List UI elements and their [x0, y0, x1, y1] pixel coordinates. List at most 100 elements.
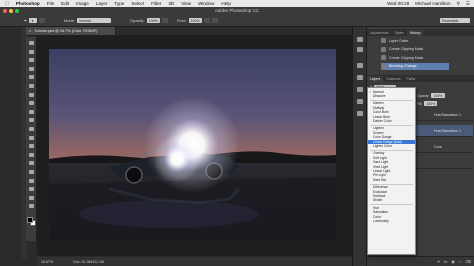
- brush-panel-toggle[interactable]: [39, 18, 46, 23]
- pen-tool-icon[interactable]: [29, 161, 34, 166]
- tab-adjustments[interactable]: Adjustments: [367, 30, 392, 36]
- menu-item-file[interactable]: File: [47, 1, 54, 6]
- document-tab[interactable]: × Tutorial.psd @ 16.7% (Core, RGB/8*): [26, 27, 116, 35]
- menu-item-view[interactable]: View: [181, 1, 191, 6]
- history-state-icon: [381, 38, 386, 43]
- fx-icon[interactable]: fx: [444, 259, 447, 264]
- menu-item-3d[interactable]: 3D: [168, 1, 174, 6]
- blend-mode-option[interactable]: Darker Color: [368, 119, 415, 123]
- menu-item-layer[interactable]: Layer: [96, 1, 108, 6]
- doc-size[interactable]: Doc: 51.3M/111.1M: [73, 260, 104, 264]
- blend-mode-option[interactable]: Luminosity: [368, 219, 415, 223]
- blur-tool-icon[interactable]: [29, 144, 34, 149]
- zoom-tool-icon[interactable]: [29, 204, 34, 209]
- tab-channels[interactable]: Channels: [383, 76, 403, 82]
- tab-paths[interactable]: Paths: [404, 76, 419, 82]
- menu-items: Photoshop File Edit Image Layer Type Select Fil…: [9, 1, 231, 6]
- close-tab-icon[interactable]: ×: [29, 29, 31, 33]
- panel-shortcut-icon[interactable]: [357, 111, 363, 116]
- blend-mode-label: Saturation: [373, 210, 389, 215]
- type-tool-icon[interactable]: [29, 170, 34, 174]
- dodge-tool-icon[interactable]: [29, 152, 34, 157]
- panel-shortcut-icon[interactable]: [357, 47, 363, 52]
- brush-size-field[interactable]: ●: [29, 18, 38, 23]
- brush-tool-icon[interactable]: [29, 101, 34, 106]
- app-title: Adobe Photoshop CC: [214, 8, 260, 13]
- layer-fill-row: Fill: 100%: [417, 100, 473, 107]
- lasso-tool-icon[interactable]: [29, 58, 34, 63]
- mode-label: Mode:: [64, 18, 76, 23]
- blend-mode-option[interactable]: Divide: [368, 199, 415, 203]
- panel-shortcut-icon[interactable]: [357, 37, 363, 42]
- blend-mode-option[interactable]: Hard Mix: [368, 178, 415, 182]
- blend-mode-label: Difference: [373, 185, 388, 190]
- workspace-select[interactable]: Essentials: [440, 18, 470, 23]
- menu-item-photoshop[interactable]: Photoshop: [16, 1, 40, 6]
- shape-tool-icon[interactable]: [29, 187, 34, 192]
- hand-tool-icon[interactable]: [29, 195, 34, 200]
- checkmark-icon: ✓: [369, 89, 372, 94]
- airbrush-toggle[interactable]: [203, 18, 210, 23]
- panel-shortcut-icon[interactable]: [357, 63, 363, 68]
- document-canvas[interactable]: [49, 49, 336, 240]
- user-name[interactable]: Michael Hamilton: [415, 1, 450, 6]
- panel-shortcut-icon[interactable]: [357, 75, 363, 80]
- document-title: Tutorial.psd @ 16.7% (Core, RGB/8*): [34, 29, 98, 33]
- crop-tool-icon[interactable]: [29, 75, 34, 80]
- menu-item-edit[interactable]: Edit: [61, 1, 69, 6]
- quick-select-tool-icon[interactable]: [29, 66, 34, 71]
- tab-layers[interactable]: Layers: [367, 76, 384, 82]
- path-select-tool-icon[interactable]: [29, 178, 34, 183]
- panel-shortcut-icon[interactable]: [357, 87, 363, 92]
- eyedropper-tool-icon[interactable]: [29, 84, 34, 88]
- menu-item-select[interactable]: Select: [131, 1, 144, 6]
- history-item-label: Create Clipping Mask: [389, 55, 424, 60]
- blend-mode-label: Color Dodge: [373, 135, 392, 140]
- foreground-color-swatch[interactable]: [27, 217, 33, 223]
- layer-fill-field[interactable]: 100%: [424, 101, 438, 106]
- layer-opacity-row: Opacity: 100%: [417, 92, 473, 99]
- menu-item-type[interactable]: Type: [114, 1, 124, 6]
- new-layer-icon[interactable]: □: [459, 259, 461, 264]
- menu-bar:  PhotoshopFileEditImageLayerTypeSelectF…: [0, 0, 474, 7]
- eraser-tool-icon[interactable]: [29, 127, 34, 131]
- menu-item-help[interactable]: Help: [221, 1, 230, 6]
- history-item[interactable]: Layer Order: [381, 37, 449, 44]
- list-icon[interactable]: ☰: [466, 1, 470, 7]
- flow-field[interactable]: 100%: [188, 18, 202, 23]
- mode-select[interactable]: Normal: [77, 18, 112, 23]
- opacity-field[interactable]: 100%: [146, 18, 160, 23]
- history-item[interactable]: Blending Change: [381, 62, 449, 70]
- move-tool-icon[interactable]: [29, 41, 34, 45]
- color-swatches[interactable]: [27, 217, 37, 227]
- search-icon[interactable]: ⚲: [457, 1, 460, 7]
- trash-icon[interactable]: ⌫: [465, 259, 471, 264]
- blend-mode-label: Hard Light: [373, 160, 389, 165]
- layer-opacity-field[interactable]: 100%: [431, 93, 445, 98]
- marquee-tool-icon[interactable]: [29, 49, 34, 54]
- history-item[interactable]: Create Clipping Mask: [381, 54, 449, 61]
- tab-styles[interactable]: Styles: [392, 30, 407, 36]
- blend-mode-option[interactable]: Dissolve: [368, 94, 415, 98]
- menu-item-window[interactable]: Window: [198, 1, 214, 6]
- menu-item-image[interactable]: Image: [76, 1, 89, 6]
- pressure-size-toggle[interactable]: [211, 18, 218, 23]
- mask-icon[interactable]: ◉: [451, 259, 455, 264]
- menu-item-filter[interactable]: Filter: [151, 1, 161, 6]
- gradient-tool-icon[interactable]: [29, 135, 34, 140]
- panel-shortcut-icon[interactable]: [357, 99, 363, 104]
- tab-history[interactable]: History: [406, 30, 424, 36]
- link-layers-icon[interactable]: ⚭: [437, 259, 440, 264]
- history-panel-tabs: Adjustments Styles History: [367, 29, 474, 36]
- clone-stamp-tool-icon[interactable]: [29, 109, 34, 114]
- clock: Wed 00:28: [387, 1, 410, 6]
- healing-tool-icon[interactable]: [29, 92, 34, 97]
- pressure-opacity-toggle[interactable]: [161, 18, 168, 23]
- zoom-level[interactable]: 16.67%: [41, 260, 53, 264]
- history-item[interactable]: Create Clipping Mask: [381, 46, 449, 53]
- layer-name: Hue/Saturation 1: [434, 128, 461, 133]
- blend-mode-option[interactable]: Lighter Color: [368, 144, 415, 148]
- history-brush-tool-icon[interactable]: [29, 118, 34, 123]
- brush-preset-picker[interactable]: ✒ ●: [24, 17, 46, 24]
- layer-fill-label: Fill:: [417, 101, 423, 106]
